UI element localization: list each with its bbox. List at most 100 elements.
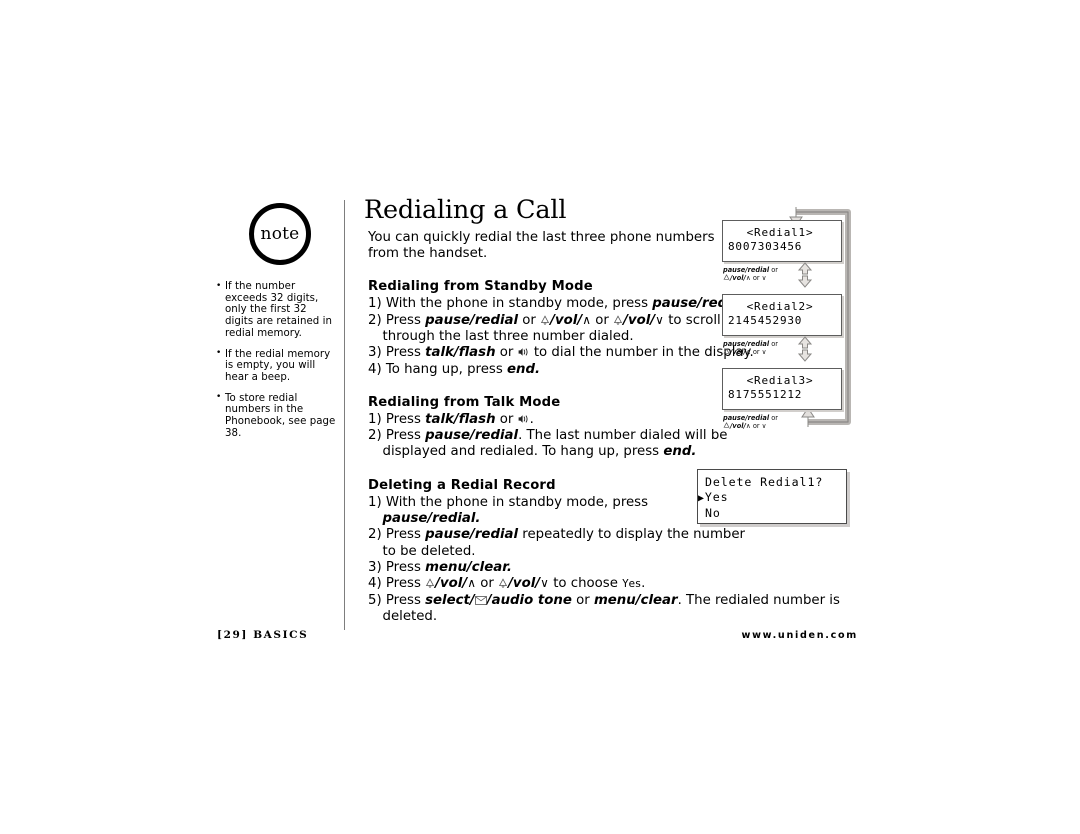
speaker-icon	[518, 414, 530, 424]
step-verb: Press	[385, 576, 421, 592]
dialog-option-yes-label: Yes	[704, 490, 729, 504]
speaker-icon	[518, 347, 530, 357]
step-text: 1) With the phone in standby mode, press	[368, 296, 649, 312]
lcd-number: 8175551212	[728, 388, 803, 401]
cmd-pause-redial: pause/redial.	[382, 511, 481, 527]
step-number: 3)	[368, 559, 382, 575]
flow-label-vol: /vol/	[730, 348, 746, 357]
flow-label-tail: or	[750, 274, 762, 283]
dialog-option-no[interactable]: No	[698, 506, 846, 521]
footer-page-label: [29] BASICS	[217, 629, 309, 641]
caret-up-icon: ∧	[582, 312, 592, 327]
selection-caret-icon: ▶	[698, 493, 705, 504]
caret-down-icon: ∨	[761, 422, 767, 431]
bell-icon	[723, 348, 730, 357]
cmd-end: end.	[506, 361, 541, 377]
conjunction: or	[499, 345, 514, 361]
dialog-option-no-label: No	[705, 506, 721, 520]
step-delete-3: 3) Press menu/clear.	[368, 560, 884, 576]
note-badge-label: note	[260, 223, 300, 244]
note-bullet-2: If the redial memory is empty, you will …	[216, 348, 338, 384]
flow-label-or: or	[769, 266, 778, 274]
cmd-menu-clear: menu/clear.	[425, 559, 512, 575]
cmd-talk-flash: talk/flash	[425, 345, 496, 361]
cmd-pause-redial: pause/redial	[425, 527, 519, 543]
step-text: 1) With the phone in standby mode, press	[368, 494, 649, 510]
caret-down-icon: ∨	[540, 576, 549, 591]
flow-label-line2: /vol/∧ or ∨	[723, 348, 795, 357]
note-bullet-1: If the number exceeds 32 digits, only th…	[216, 281, 338, 340]
lcd-title: <Redial3>	[746, 374, 814, 387]
cmd-select-prefix: select/	[425, 592, 475, 608]
cmd-pause-redial: pause/redial	[425, 312, 519, 328]
intro-paragraph: You can quickly redial the last three ph…	[368, 230, 715, 262]
lcd-word-yes: Yes	[622, 577, 642, 591]
step-text: 4) To hang up, press	[368, 361, 503, 377]
step-text: to scroll	[668, 312, 721, 328]
dialog-option-yes[interactable]: ▶Yes	[698, 490, 846, 506]
flow-label-tail: or	[750, 422, 762, 431]
step-verb: Press	[385, 411, 421, 427]
flow-label-or: or	[769, 414, 778, 422]
lcd-title: <Redial1>	[746, 226, 814, 239]
cmd-vol: /vol/	[623, 312, 656, 328]
delete-redial-dialog: Delete Redial1? ▶Yes No	[697, 469, 847, 524]
cmd-end: end.	[663, 444, 697, 460]
flow-transition-label-3: pause/redial or /vol/∧ or ∨	[723, 414, 795, 432]
step-continuation: displayed and redialed. To hang up, pres…	[383, 444, 885, 460]
flow-label-or: or	[769, 340, 778, 348]
period: .	[529, 411, 534, 427]
caret-up-icon: ∧	[467, 576, 476, 591]
caret-down-icon: ∨	[655, 312, 664, 327]
step-text: . The last number dialed will be	[518, 428, 728, 444]
cmd-vol: /vol/	[508, 576, 541, 592]
lcd-title: <Redial2>	[746, 300, 814, 313]
column-divider	[344, 200, 345, 630]
caret-down-icon: ∨	[761, 348, 767, 357]
dialog-prompt: Delete Redial1?	[705, 475, 824, 489]
bell-icon	[613, 315, 623, 325]
flow-label-command: pause/redial	[723, 266, 770, 274]
footer-website: www.uniden.com	[741, 630, 858, 641]
cmd-menu-clear: menu/clear	[593, 592, 678, 608]
cmd-pause-redial: pause/redial	[425, 428, 519, 444]
conjunction: or	[595, 312, 609, 328]
step-delete-5: 5) Press select/ /audio tone or menu/clea…	[368, 593, 884, 626]
period: .	[641, 576, 646, 592]
redial-flow-diagram: <Redial1> 8007303456 pause/redial or /vo…	[716, 204, 856, 436]
flow-transition-label-2: pause/redial or /vol/∧ or ∨	[723, 340, 795, 358]
step-delete-2: 2) Press pause/redial repeatedly to disp…	[368, 527, 884, 560]
cmd-vol: /vol/	[435, 576, 468, 592]
note-bullet-3: To store redial numbers in the Phonebook…	[216, 392, 338, 440]
conjunction: or	[522, 312, 536, 328]
lcd-screen-redial3: <Redial3> 8175551212	[722, 368, 842, 410]
note-sidebar: note If the number exceeds 32 digits, on…	[216, 203, 338, 448]
flow-label-line2: /vol/∧ or ∨	[723, 422, 795, 431]
step-continuation: to be deleted.	[382, 543, 476, 559]
step-verb: Press	[385, 312, 421, 328]
step-text: to choose	[553, 576, 618, 592]
conjunction: or	[480, 576, 494, 592]
bell-icon	[540, 315, 550, 325]
up-down-arrows-1	[797, 262, 813, 288]
conjunction: or	[499, 411, 514, 427]
step-verb: Press	[385, 559, 421, 575]
cmd-talk-flash: talk/flash	[425, 411, 496, 427]
flow-label-line2: /vol/∧ or ∨	[723, 274, 795, 283]
lcd-screen-redial1: <Redial1> 8007303456	[722, 220, 842, 262]
flow-label-vol: /vol/	[730, 422, 746, 431]
step-verb: Press	[385, 592, 421, 608]
caret-down-icon: ∨	[761, 274, 767, 283]
lcd-number: 2145452930	[728, 314, 803, 327]
bell-icon	[425, 578, 435, 588]
step-number: 2)	[368, 527, 382, 543]
step-verb: Press	[385, 428, 421, 444]
step-text: repeatedly to display the number	[522, 527, 746, 543]
step-number: 3)	[368, 345, 382, 361]
flow-label-line1: pause/redial or	[723, 266, 795, 274]
cmd-vol: /vol/	[550, 312, 583, 328]
flow-label-tail: or	[750, 348, 762, 357]
conjunction: or	[576, 592, 590, 608]
step-verb: Press	[385, 527, 421, 543]
lcd-screen-redial2: <Redial2> 2145452930	[722, 294, 842, 336]
